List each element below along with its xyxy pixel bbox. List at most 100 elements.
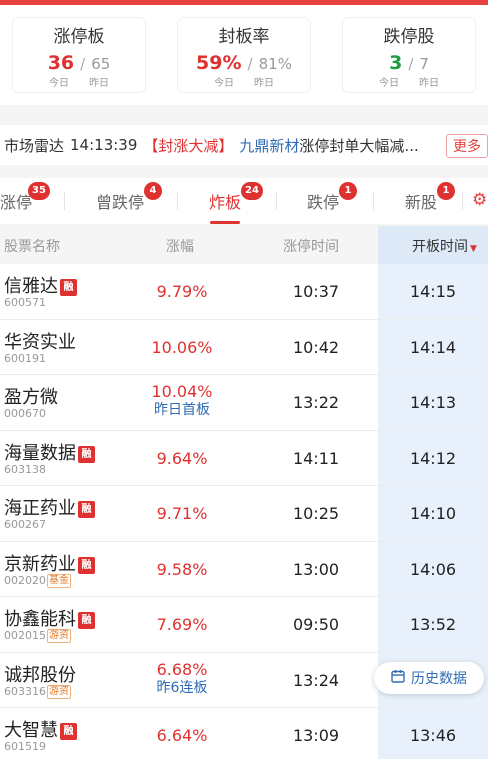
header-stock-name[interactable]: 股票名称 xyxy=(4,236,60,256)
tab-divider xyxy=(462,192,463,210)
tab-label: 曾跌停 xyxy=(96,193,145,212)
history-data-button[interactable]: 历史数据 xyxy=(374,662,484,694)
tab-badge: 4 xyxy=(144,182,162,200)
margin-trading-badge: 融 xyxy=(78,612,95,629)
stat-today-label: 今日 xyxy=(379,78,399,89)
stock-code: 002015 游资 xyxy=(4,629,71,643)
stock-name: 京新药业融 xyxy=(4,550,95,576)
change-pct: 7.69% xyxy=(156,615,208,634)
margin-trading-badge: 融 xyxy=(78,556,95,574)
category-tabs: 涨停 35 曾跌停 4 炸板 24 跌停 1 新股 1 ⚙ xyxy=(0,178,488,224)
stat-yesterday-label: 昨日 xyxy=(254,78,274,89)
limit-up-time: 14:11 xyxy=(292,448,340,468)
stat-today-label: 今日 xyxy=(214,78,234,89)
stat-card-seal-rate[interactable]: 封板率 59%/81% 今日 昨日 xyxy=(177,17,311,93)
tab-divider xyxy=(177,192,178,210)
stat-title: 涨停板 xyxy=(53,27,105,47)
stock-name: 信雅达融 xyxy=(4,272,77,298)
tab-label: 跌停 xyxy=(307,193,340,212)
board-note: 昨6连板 xyxy=(156,679,208,696)
tab-label: 炸板 xyxy=(209,193,242,212)
open-time: 13:46 xyxy=(409,726,457,745)
change-pct: 9.79% xyxy=(156,282,208,301)
stat-title: 封板率 xyxy=(218,27,270,47)
margin-trading-badge: 融 xyxy=(60,279,77,296)
open-time: 14:12 xyxy=(409,448,457,468)
open-time: 14:15 xyxy=(409,282,457,301)
limit-up-time: 13:22 xyxy=(292,393,340,412)
header-limit-up-time[interactable]: 涨停时间 xyxy=(283,236,339,256)
board-note: 昨日首板 xyxy=(154,402,210,418)
limit-up-time: 13:24 xyxy=(292,670,340,690)
open-time: 13:52 xyxy=(409,615,457,634)
stat-card-limit-up[interactable]: 涨停板 36/65 今日 昨日 xyxy=(12,17,146,93)
stock-name: 海正药业融 xyxy=(4,494,95,520)
table-row[interactable]: 大智慧融 601519 6.64% 13:09 13:46 xyxy=(0,708,488,759)
change-pct: 9.71% xyxy=(156,504,208,523)
tab-new-stock[interactable]: 新股 1 xyxy=(405,178,455,224)
tab-divider xyxy=(373,192,374,210)
stock-code: 002020 基金 xyxy=(4,573,71,588)
tab-badge: 35 xyxy=(28,182,50,200)
open-time: 14:10 xyxy=(409,504,457,523)
stock-code: 000670 xyxy=(4,407,46,420)
stock-name: 华资实业 xyxy=(4,331,76,353)
tab-label: 新股 xyxy=(405,193,438,212)
stock-name: 诚邦股份 xyxy=(4,664,76,686)
header-open-time[interactable]: 开板时间 ▼ xyxy=(378,226,488,264)
radar-stock-link[interactable]: 九鼎新材 xyxy=(239,135,299,156)
open-time: 14:14 xyxy=(409,337,457,357)
stat-yesterday-label: 昨日 xyxy=(419,78,439,89)
tab-divider xyxy=(64,192,65,210)
stat-today-value: 36 xyxy=(47,52,75,74)
stock-tag-badge: 游资 xyxy=(47,629,71,643)
tab-badge: 1 xyxy=(437,182,455,200)
change-pct: 10.04% 昨日首板 xyxy=(112,383,252,419)
stats-panel: 涨停板 36/65 今日 昨日 封板率 59%/81% 今日 昨日 跌停股 3/7 … xyxy=(0,5,488,105)
limit-up-time: 09:50 xyxy=(292,615,340,634)
stock-code: 600191 xyxy=(4,351,46,365)
stat-card-limit-down[interactable]: 跌停股 3/7 今日 昨日 xyxy=(342,17,476,93)
stat-yesterday-value: 65 xyxy=(91,55,111,73)
stock-code: 600267 xyxy=(4,518,46,531)
table-row[interactable]: 盈方微 000670 10.04% 昨日首板 13:22 14:13 xyxy=(0,375,488,431)
table-row[interactable]: 海量数据融 603138 9.64% 14:11 14:12 xyxy=(0,430,488,486)
change-pct: 10.06% xyxy=(151,337,213,357)
stock-code: 600571 xyxy=(4,296,46,309)
radar-more-button[interactable]: 更多 xyxy=(446,134,488,158)
change-pct: 6.68% 昨6连板 xyxy=(112,660,252,697)
limit-up-time: 10:37 xyxy=(292,282,340,301)
tab-badge: 1 xyxy=(339,182,357,200)
open-time: 14:06 xyxy=(409,559,457,579)
stat-today-value: 3 xyxy=(389,52,403,74)
margin-trading-badge: 融 xyxy=(78,501,95,518)
stat-yesterday-value: 81% xyxy=(258,55,292,73)
header-change-pct[interactable]: 涨幅 xyxy=(166,236,194,256)
table-row[interactable]: 京新药业融 002020 基金 9.58% 13:00 14:06 xyxy=(0,541,488,597)
tab-once-limit-down[interactable]: 曾跌停 4 xyxy=(96,178,162,224)
table-row[interactable]: 海正药业融 600267 9.71% 10:25 14:10 xyxy=(0,486,488,542)
stat-yesterday-value: 7 xyxy=(419,55,429,73)
settings-gear-icon[interactable]: ⚙ xyxy=(472,190,488,212)
limit-up-time: 13:00 xyxy=(292,559,340,579)
radar-text: 涨停封单大幅减... xyxy=(299,136,419,155)
radar-label: 市场雷达 xyxy=(4,136,65,155)
tab-limit-down[interactable]: 跌停 1 xyxy=(307,178,357,224)
market-radar-ticker[interactable]: 市场雷达 14:13:39 【封涨大减】 九鼎新材 涨停封单大幅减... 更多 xyxy=(0,125,488,165)
tab-limit-up[interactable]: 涨停 35 xyxy=(0,178,50,224)
margin-trading-badge: 融 xyxy=(78,445,95,463)
stat-title: 跌停股 xyxy=(383,27,435,47)
table-header: 股票名称 涨幅 涨停时间 开板时间 ▼ xyxy=(0,226,488,264)
open-time: 14:13 xyxy=(409,393,457,412)
table-row[interactable]: 华资实业 600191 10.06% 10:42 14:14 xyxy=(0,319,488,375)
stock-name: 盈方微 xyxy=(4,387,58,408)
radar-time: 14:13:39 xyxy=(70,136,138,154)
tab-broken-board[interactable]: 炸板 24 xyxy=(209,178,263,224)
table-row[interactable]: 信雅达融 600571 9.79% 10:37 14:15 xyxy=(0,264,488,320)
stat-yesterday-label: 昨日 xyxy=(89,78,109,89)
stock-code: 603316 游资 xyxy=(4,684,71,699)
sort-desc-icon: ▼ xyxy=(470,244,477,254)
tab-badge: 24 xyxy=(241,182,263,200)
table-row[interactable]: 协鑫能科融 002015 游资 7.69% 09:50 13:52 xyxy=(0,597,488,653)
stock-name: 海量数据融 xyxy=(4,439,95,465)
